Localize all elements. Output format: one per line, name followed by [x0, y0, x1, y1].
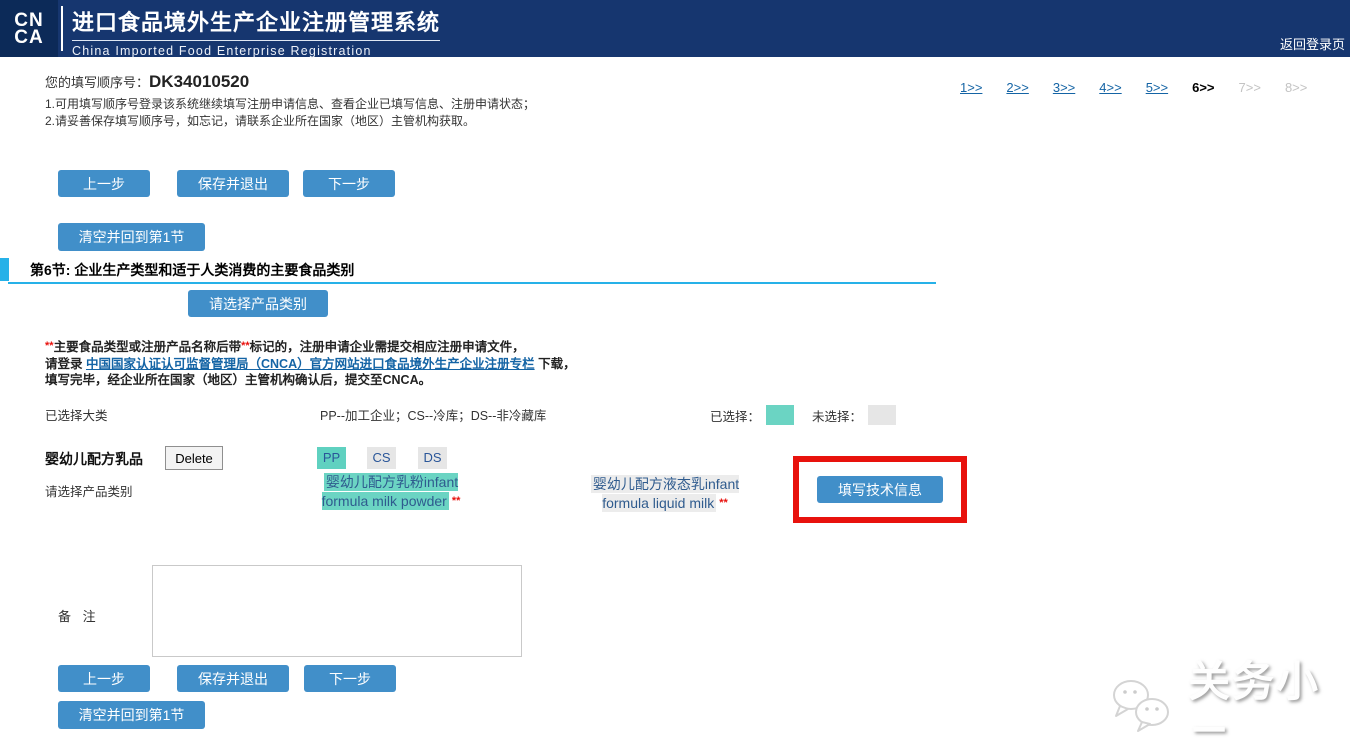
select-product-category-button[interactable]: 请选择产品类别 [188, 290, 328, 317]
sequence-line: 您的填写顺序号：DK34010520 [45, 72, 535, 92]
notice-line-3: 填写完毕，经企业所在国家（地区）主管机构确认后，提交至CNCA。 [45, 372, 576, 389]
step-disabled-7: 7>> [1239, 80, 1261, 95]
legend-selected-label: 已选择： [710, 406, 760, 425]
logo-text-top: CN [14, 12, 43, 29]
star-mark: ** [45, 340, 54, 352]
delete-button[interactable]: Delete [165, 446, 223, 470]
sequence-info: 您的填写顺序号：DK34010520 1.可用填写顺序号登录该系统继续填写注册申… [45, 72, 535, 130]
step-link-3[interactable]: 3>> [1053, 80, 1075, 95]
notice-line-2: 请登录 中国国家认证认可监督管理局（CNCA）官方网站进口食品境外生产企业注册专… [45, 356, 576, 373]
app-subtitle: China Imported Food Enterprise Registrat… [72, 44, 440, 58]
color-legend: 已选择： 未选择： [710, 405, 896, 425]
star-mark: ** [452, 495, 461, 507]
app-header: CN CA 进口食品境外生产企业注册管理系统 China Imported Fo… [0, 0, 1350, 57]
star-mark: ** [241, 340, 250, 352]
sequence-label: 您的填写顺序号： [45, 75, 149, 90]
cnca-website-link[interactable]: 中国国家认证认可监督管理局（CNCA）官方网站进口食品境外生产企业注册专栏 [86, 357, 535, 371]
sequence-number: DK34010520 [149, 72, 249, 91]
step-link-1[interactable]: 1>> [960, 80, 982, 95]
logo-text-bottom: CA [14, 29, 43, 46]
selected-category-label: 已选择大类 [45, 405, 108, 424]
next-step-button-bottom[interactable]: 下一步 [304, 665, 396, 692]
step-link-4[interactable]: 4>> [1099, 80, 1121, 95]
sequence-note-2: 2.请妥善保存填写顺序号，如忘记，请联系企业所在国家（地区）主管机构获取。 [45, 113, 535, 130]
watermark: 关务小二 [1108, 648, 1350, 740]
prev-step-button-bottom[interactable]: 上一步 [58, 665, 150, 692]
legend-selected-swatch [766, 405, 794, 425]
notice-line-1: **主要食品类型或注册产品名称后带**标记的，注册申请企业需提交相应注册申请文件… [45, 338, 576, 356]
save-exit-button-top[interactable]: 保存并退出 [177, 170, 289, 197]
facility-tag-cs[interactable]: CS [367, 447, 396, 469]
facility-tag-ds[interactable]: DS [418, 447, 447, 469]
prev-step-button-top[interactable]: 上一步 [58, 170, 150, 197]
section-title: 第6节: 企业生产类型和适于人类消费的主要食品类别 [30, 260, 354, 280]
cnca-logo: CN CA [0, 0, 58, 57]
star-mark: ** [719, 497, 728, 509]
clear-restart-button-top[interactable]: 清空并回到第1节 [58, 223, 205, 251]
watermark-text: 关务小二 [1188, 648, 1350, 740]
product-item-milk-powder[interactable]: 婴幼儿配方乳粉infant formula milk powder** [308, 473, 474, 511]
wechat-icon [1108, 678, 1180, 740]
section-underline [8, 282, 936, 284]
sequence-note-1: 1.可用填写顺序号登录该系统继续填写注册申请信息、查看企业已填写信息、注册申请状… [45, 96, 535, 113]
header-divider [61, 6, 63, 51]
step-disabled-8: 8>> [1285, 80, 1307, 95]
page: CN CA 进口食品境外生产企业注册管理系统 China Imported Fo… [0, 0, 1350, 740]
legend-unselected-label: 未选择： [812, 406, 862, 425]
header-titles: 进口食品境外生产企业注册管理系统 China Imported Food Ent… [72, 5, 440, 58]
section-accent-bar [0, 258, 9, 281]
remarks-label: 备 注 [58, 606, 100, 625]
step-current-6: 6>> [1192, 80, 1214, 95]
facility-tag-pp[interactable]: PP [317, 447, 346, 469]
notice-text: **主要食品类型或注册产品名称后带**标记的，注册申请企业需提交相应注册申请文件… [45, 338, 576, 389]
facility-types-legend: PP--加工企业；CS--冷库；DS--非冷藏库 [320, 405, 546, 424]
red-highlight-annotation: 填写技术信息 [793, 456, 967, 523]
step-navigation: 1>> 2>> 3>> 4>> 5>> 6>> 7>> 8>> [960, 80, 1307, 95]
next-step-button-top[interactable]: 下一步 [303, 170, 395, 197]
remarks-textarea[interactable] [152, 565, 522, 657]
product-category-name: 婴幼儿配方乳品 [45, 449, 143, 469]
app-title: 进口食品境外生产企业注册管理系统 [72, 5, 440, 41]
back-to-login-link[interactable]: 返回登录页 [1280, 34, 1345, 53]
step-link-2[interactable]: 2>> [1006, 80, 1028, 95]
save-exit-button-bottom[interactable]: 保存并退出 [177, 665, 289, 692]
select-product-type-label: 请选择产品类别 [45, 481, 133, 500]
fill-technical-info-button[interactable]: 填写技术信息 [817, 476, 943, 503]
step-link-5[interactable]: 5>> [1146, 80, 1168, 95]
clear-restart-button-bottom[interactable]: 清空并回到第1节 [58, 701, 205, 729]
product-item-liquid-milk[interactable]: 婴幼儿配方液态乳infant formula liquid milk** [576, 475, 754, 513]
legend-unselected-swatch [868, 405, 896, 425]
